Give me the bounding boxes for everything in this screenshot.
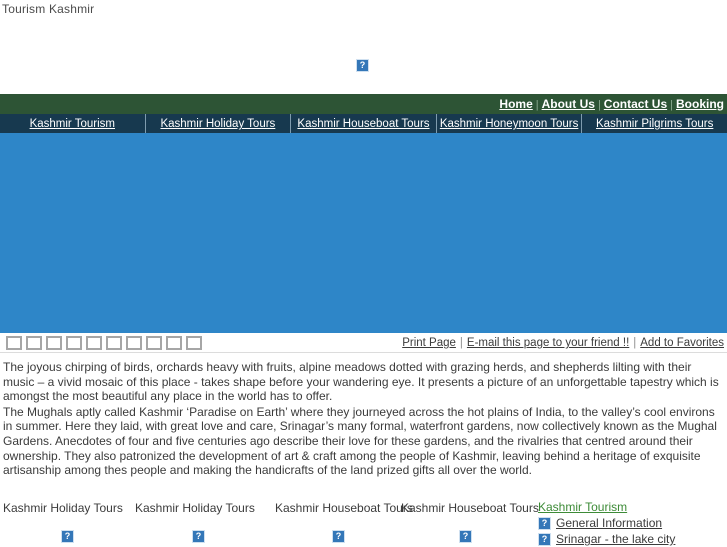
broken-image-icon [356, 59, 369, 73]
topbar-link-contact-us[interactable]: Contact Us [604, 97, 667, 111]
topbar-link-booking[interactable]: Booking [676, 97, 724, 111]
thumbnail-list [0, 336, 202, 350]
bottom-column-2: Kashmir Holiday Tours [135, 500, 275, 547]
utils-separator-2: | [633, 337, 637, 349]
bottom-column-1-image[interactable] [3, 516, 135, 544]
broken-image-icon [332, 530, 345, 544]
bottom-column-heading-link[interactable]: Kashmir Tourism [538, 500, 627, 515]
nav-item-kashmir-houseboat-tours[interactable]: Kashmir Houseboat Tours [291, 114, 437, 133]
thumbnail-item[interactable] [126, 336, 142, 350]
list-item[interactable]: General Information [538, 515, 724, 531]
bottom-column-4-title: Kashmir Houseboat Tours [401, 501, 539, 515]
broken-image-icon [61, 530, 74, 544]
thumbnail-strip-row: Print Page | E-mail this page to your frie… [0, 333, 727, 353]
nav-link-kashmir-holiday-tours[interactable]: Kashmir Holiday Tours [160, 118, 275, 130]
nav-link-kashmir-houseboat-tours[interactable]: Kashmir Houseboat Tours [297, 118, 429, 130]
thumbnail-item[interactable] [106, 336, 122, 350]
bottom-column-2-title: Kashmir Holiday Tours [135, 501, 255, 515]
add-to-favorites-link[interactable]: Add to Favorites [640, 337, 724, 349]
link-srinagar-the-lake-city[interactable]: Srinagar - the lake city [556, 532, 675, 546]
bottom-column-4-image[interactable] [401, 516, 538, 544]
bottom-column-4: Kashmir Houseboat Tours [401, 500, 539, 547]
broken-image-icon [192, 530, 205, 544]
hero-banner [0, 137, 727, 333]
thumbnail-item[interactable] [6, 336, 22, 350]
nav-link-kashmir-tourism[interactable]: Kashmir Tourism [30, 118, 115, 130]
nav-link-kashmir-pilgrims-tours[interactable]: Kashmir Pilgrims Tours [596, 118, 713, 130]
bottom-columns: Kashmir Holiday Tours Kashmir Holiday To… [0, 500, 727, 547]
nav-link-kashmir-honeymoon-tours[interactable]: Kashmir Honeymoon Tours [440, 118, 579, 130]
paragraph-2: The Mughals aptly called Kashmir ‘Paradi… [3, 404, 717, 478]
logo-zone [0, 16, 727, 94]
logo-broken-image-icon [356, 58, 369, 73]
broken-image-icon [538, 517, 551, 531]
thumbnail-item[interactable] [66, 336, 82, 350]
top-utility-bar: Home | About Us | Contact Us | Booking [0, 94, 727, 114]
nav-item-kashmir-holiday-tours[interactable]: Kashmir Holiday Tours [146, 114, 292, 133]
bottom-column-2-image[interactable] [135, 516, 275, 544]
topbar-separator-3: | [670, 99, 673, 111]
page-utility-links: Print Page | E-mail this page to your frie… [402, 337, 727, 349]
link-general-information[interactable]: General Information [556, 516, 662, 530]
bottom-column-link-list: General Information Srinagar - the lake … [538, 515, 724, 547]
thumbnail-item[interactable] [166, 336, 182, 350]
nav-item-kashmir-tourism[interactable]: Kashmir Tourism [0, 114, 146, 133]
email-page-link[interactable]: E-mail this page to your friend !! [467, 337, 629, 349]
thumbnail-item[interactable] [26, 336, 42, 350]
body-copy: The joyous chirping of birds, orchards h… [0, 353, 727, 478]
broken-image-icon [538, 533, 551, 547]
topbar-separator-2: | [597, 99, 601, 111]
main-navigation: Kashmir Tourism Kashmir Holiday Tours Ka… [0, 114, 727, 137]
topbar-link-home[interactable]: Home [499, 97, 532, 111]
topbar-separator-1: | [535, 99, 539, 111]
bottom-link-column: Kashmir Tourism General Information Srin… [538, 500, 724, 547]
thumbnail-item[interactable] [146, 336, 162, 350]
bottom-column-1: Kashmir Holiday Tours [0, 500, 135, 547]
bottom-column-3-image[interactable] [275, 516, 401, 544]
paragraph-1: The joyous chirping of birds, orchards h… [3, 360, 719, 404]
thumbnail-item[interactable] [86, 336, 102, 350]
bottom-column-1-title: Kashmir Holiday Tours [3, 501, 123, 515]
page-title: Tourism Kashmir [2, 2, 95, 16]
bottom-column-3-title: Kashmir Houseboat Tours [275, 501, 413, 515]
print-page-link[interactable]: Print Page [402, 337, 456, 349]
nav-item-kashmir-honeymoon-tours[interactable]: Kashmir Honeymoon Tours [437, 114, 583, 133]
bottom-column-3: Kashmir Houseboat Tours [275, 500, 413, 547]
thumbnail-item[interactable] [186, 336, 202, 350]
broken-image-icon [459, 530, 472, 544]
utils-separator-1: | [459, 337, 463, 349]
topbar-link-about-us[interactable]: About Us [542, 97, 595, 111]
nav-item-kashmir-pilgrims-tours[interactable]: Kashmir Pilgrims Tours [582, 114, 727, 133]
thumbnail-item[interactable] [46, 336, 62, 350]
